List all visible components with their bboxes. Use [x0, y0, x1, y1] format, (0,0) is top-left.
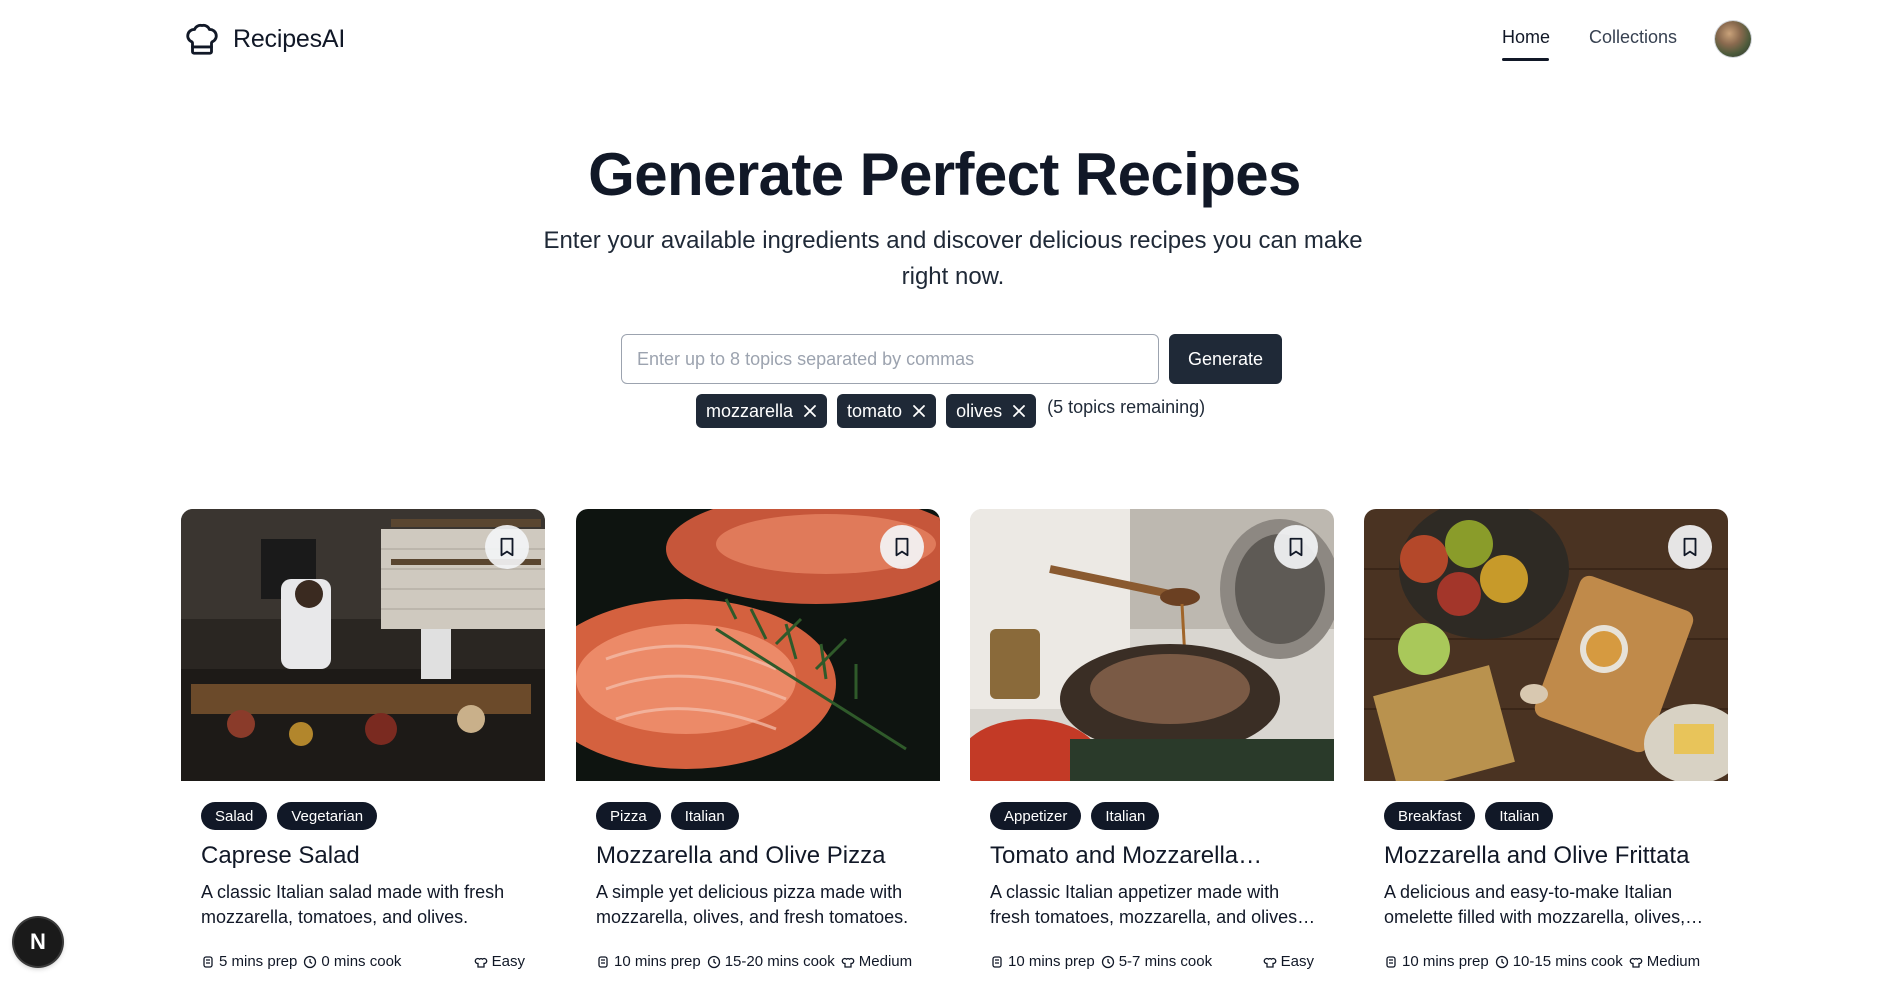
- recipe-meta: 10 mins prep 5-7 mins cook Easy: [990, 953, 1320, 970]
- cook-time: 5-7 mins cook: [1118, 953, 1213, 970]
- dev-tools-badge[interactable]: N: [14, 918, 62, 966]
- topic-chip: olives: [946, 394, 1037, 428]
- page-subtitle: Enter your available ingredients and dis…: [543, 227, 1363, 290]
- prep-icon: [992, 955, 1002, 968]
- nav-home-link[interactable]: Home: [1502, 27, 1550, 48]
- difficulty: Easy: [1280, 953, 1314, 970]
- recipe-description: A classic Italian appetizer made with fr…: [990, 882, 1316, 927]
- bookmark-icon: [895, 537, 909, 557]
- cook-time: 10-15 mins cook: [1512, 953, 1623, 970]
- chef-hat-icon: [474, 957, 487, 968]
- topic-chip: mozzarella: [696, 394, 828, 428]
- recipe-meta: 10 mins prep 15-20 mins cook Medium: [596, 953, 926, 970]
- recipe-tag: Breakfast: [1384, 802, 1476, 830]
- topic-chip: tomato: [837, 394, 937, 428]
- bookmark-icon: [500, 537, 514, 557]
- prep-icon: [203, 955, 213, 968]
- generate-button[interactable]: Generate: [1169, 334, 1282, 384]
- difficulty: Medium: [1646, 953, 1701, 970]
- recipe-title[interactable]: Mozzarella and Olive Frittata: [1384, 842, 1714, 870]
- clock-icon: [1101, 955, 1114, 968]
- prep-time: 10 mins prep: [1008, 953, 1095, 970]
- topic-chip-label: tomato: [847, 400, 903, 421]
- recipe-title[interactable]: Tomato and Mozzarella…: [990, 842, 1320, 870]
- recipe-card[interactable]: Breakfast Italian Mozzarella and Olive F…: [1364, 509, 1728, 981]
- header: RecipesAI Home Collections: [0, 0, 1889, 80]
- nav-collections-link[interactable]: Collections: [1589, 27, 1677, 48]
- chef-hat-icon: [1263, 957, 1276, 968]
- clock-icon: [304, 955, 317, 968]
- app-name: RecipesAI: [233, 24, 346, 53]
- recipe-description: A classic Italian salad made with fresh …: [201, 882, 505, 927]
- clock-icon: [707, 955, 720, 968]
- recipe-tags: Breakfast Italian: [1384, 802, 1554, 830]
- nav-active-indicator: [1502, 58, 1549, 61]
- clock-icon: [1495, 955, 1508, 968]
- topics-remaining-text: (5 topics remaining): [1047, 397, 1206, 417]
- recipe-meta: 5 mins prep 0 mins cook Easy: [201, 953, 531, 970]
- recipe-tag: Italian: [670, 802, 739, 830]
- bookmark-icon: [1683, 537, 1697, 557]
- topic-chip-label: mozzarella: [706, 400, 794, 421]
- chef-hat-icon: [186, 23, 218, 55]
- page-title: Generate Perfect Recipes: [588, 141, 1301, 208]
- recipe-card[interactable]: Appetizer Italian Tomato and Mozzarella……: [970, 509, 1334, 981]
- prep-icon: [598, 955, 608, 968]
- user-avatar[interactable]: [1715, 21, 1751, 57]
- topic-chips: mozzarella tomato olives (5 topics remai…: [696, 394, 1205, 428]
- difficulty: Easy: [491, 953, 525, 970]
- remove-topic-icon[interactable]: [803, 404, 817, 418]
- recipe-tag: Vegetarian: [277, 802, 378, 830]
- recipe-tag: Italian: [1485, 802, 1554, 830]
- recipe-card[interactable]: Salad Vegetarian Caprese Salad A classic…: [181, 509, 545, 981]
- cook-time: 15-20 mins cook: [724, 953, 835, 970]
- difficulty: Medium: [858, 953, 913, 970]
- remove-topic-icon[interactable]: [1012, 404, 1026, 418]
- bookmark-button[interactable]: [1668, 525, 1712, 569]
- chef-hat-icon: [841, 957, 855, 968]
- bookmark-button[interactable]: [880, 525, 924, 569]
- recipe-tag: Salad: [201, 802, 268, 830]
- recipe-tags: Pizza Italian: [596, 802, 739, 830]
- recipe-description: A delicious and easy-to-make Italian ome…: [1384, 882, 1704, 927]
- chef-hat-icon: [1629, 957, 1643, 968]
- recipe-description: A simple yet delicious pizza made with m…: [596, 882, 909, 927]
- recipe-tag: Italian: [1091, 802, 1160, 830]
- recipe-title[interactable]: Caprese Salad: [201, 842, 531, 870]
- topic-chip-label: olives: [956, 400, 1003, 421]
- cook-time: 0 mins cook: [321, 953, 402, 970]
- recipe-tags: Salad Vegetarian: [201, 802, 378, 830]
- recipe-title[interactable]: Mozzarella and Olive Pizza: [596, 842, 926, 870]
- prep-time: 10 mins prep: [614, 953, 701, 970]
- recipe-tags: Appetizer Italian: [990, 802, 1160, 830]
- prep-icon: [1386, 955, 1396, 968]
- bookmark-button[interactable]: [485, 525, 529, 569]
- prep-time: 5 mins prep: [219, 953, 298, 970]
- recipe-meta: 10 mins prep 10-15 mins cook Medium: [1384, 953, 1714, 970]
- remove-topic-icon[interactable]: [912, 404, 926, 418]
- bookmark-icon: [1289, 537, 1303, 557]
- recipe-tag: Pizza: [596, 802, 661, 830]
- topics-input[interactable]: [621, 334, 1159, 384]
- prep-time: 10 mins prep: [1402, 953, 1489, 970]
- recipe-tag: Appetizer: [990, 802, 1082, 830]
- bookmark-button[interactable]: [1274, 525, 1318, 569]
- logo[interactable]: RecipesAI: [183, 20, 345, 58]
- recipe-card[interactable]: Pizza Italian Mozzarella and Olive Pizza…: [576, 509, 940, 981]
